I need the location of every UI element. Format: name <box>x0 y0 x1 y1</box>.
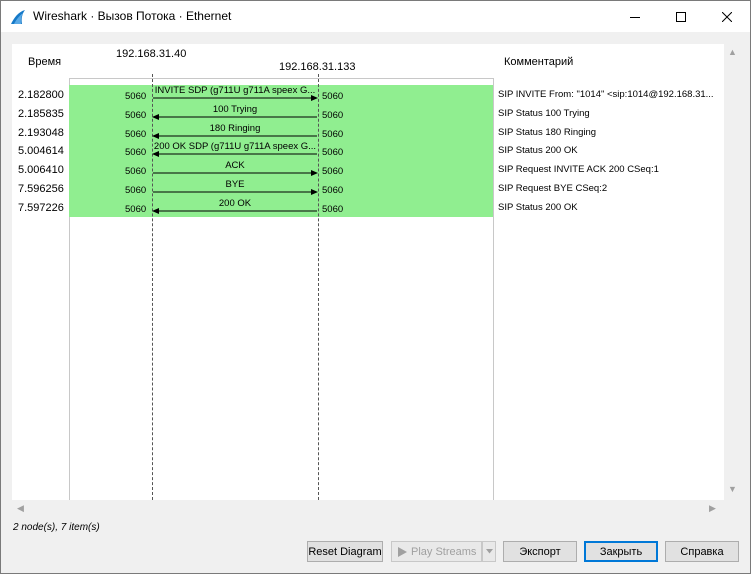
help-button[interactable]: Справка <box>665 541 739 562</box>
flow-diagram[interactable]: Время 192.168.31.40 192.168.31.133 Комме… <box>12 44 724 500</box>
flow-dst-port: 5060 <box>322 128 344 140</box>
close-window-button[interactable] <box>704 1 750 32</box>
flow-dst-port: 5060 <box>322 166 344 178</box>
maximize-button[interactable] <box>658 1 704 32</box>
horizontal-scrollbar[interactable]: ◀ ▶ <box>12 500 724 517</box>
title-bar[interactable]: Wireshark · Вызов Потока · Ethernet <box>1 1 750 32</box>
flow-arrow <box>153 95 318 101</box>
comment-column-header: Комментарий <box>504 56 574 68</box>
maximize-icon <box>676 11 686 22</box>
flow-arrow-head <box>152 151 159 158</box>
flow-time: 5.004614 <box>18 145 64 158</box>
flow-arrow-head <box>152 132 159 139</box>
flow-arrow-head <box>311 95 318 101</box>
flow-time: 7.596256 <box>18 183 64 195</box>
flow-arrow <box>152 132 317 139</box>
export-button[interactable]: Экспорт <box>503 541 577 562</box>
flow-arrow-head <box>311 170 318 177</box>
diagram-top-border <box>69 78 494 79</box>
vertical-scrollbar[interactable]: ▲ ▼ <box>724 44 741 500</box>
flow-time: 2.185835 <box>18 107 64 120</box>
flow-comment: SIP Status 200 OK <box>498 145 578 157</box>
flow-comment: SIP Request INVITE ACK 200 CSeq:1 <box>498 164 659 176</box>
flow-dst-port: 5060 <box>322 185 344 196</box>
flow-graph-window: Wireshark · Вызов Потока · Ethernet Врем… <box>0 0 751 574</box>
flow-arrow <box>152 207 317 214</box>
play-streams-button[interactable]: Play Streams <box>391 541 482 562</box>
minimize-icon <box>630 16 640 18</box>
flow-src-port: 5060 <box>125 147 147 159</box>
flow-time: 7.597226 <box>18 201 64 214</box>
dialog-content: Время 192.168.31.40 192.168.31.133 Комме… <box>1 32 750 573</box>
close-button[interactable]: Закрыть <box>584 541 658 562</box>
status-text: 2 node(s), 7 item(s) <box>13 522 100 533</box>
flow-src-port: 5060 <box>125 185 147 196</box>
flow-arrow <box>152 113 317 120</box>
flow-arrow <box>152 151 317 158</box>
flow-dst-port: 5060 <box>322 109 344 121</box>
play-streams-label: Play Streams <box>411 545 477 558</box>
flow-comment: SIP Status 200 OK <box>498 201 578 213</box>
flow-time: 5.006410 <box>18 164 64 177</box>
play-icon <box>398 546 407 557</box>
flow-time: 2.182800 <box>18 89 64 101</box>
scroll-right-icon[interactable]: ▶ <box>709 503 716 514</box>
node-header-left: 192.168.31.40 <box>116 48 187 60</box>
minimize-button[interactable] <box>612 1 658 32</box>
flow-comment: SIP Request BYE CSeq:2 <box>498 183 608 194</box>
reset-diagram-button[interactable]: Reset Diagram <box>307 541 383 562</box>
flow-dst-port: 5060 <box>322 147 344 159</box>
flow-arrow <box>153 189 318 195</box>
diagram-right-border <box>493 78 494 500</box>
play-streams-dropdown[interactable] <box>482 541 496 562</box>
flow-arrow <box>153 170 318 177</box>
flow-comment: SIP Status 100 Trying <box>498 107 590 119</box>
flow-time: 2.193048 <box>18 126 64 139</box>
flow-src-port: 5060 <box>125 128 147 140</box>
flow-dst-port: 5060 <box>322 91 344 102</box>
close-icon <box>722 11 732 22</box>
flow-arrow-head <box>311 189 318 195</box>
flow-dst-port: 5060 <box>322 203 344 215</box>
scroll-up-icon[interactable]: ▲ <box>728 47 737 57</box>
scroll-left-icon[interactable]: ◀ <box>17 503 24 514</box>
node-header-right: 192.168.31.133 <box>279 61 356 73</box>
flow-src-port: 5060 <box>125 109 147 121</box>
wireshark-fin-icon <box>11 10 25 24</box>
time-column-header: Время <box>28 56 62 68</box>
chevron-down-icon <box>485 549 493 554</box>
flow-src-port: 5060 <box>125 166 147 178</box>
flow-comment: SIP Status 180 Ringing <box>498 126 597 138</box>
flow-arrow-head <box>152 207 159 214</box>
flow-arrow-head <box>152 113 159 120</box>
flow-comment: SIP INVITE From: "1014" <sip:1014@192.16… <box>498 89 714 100</box>
window-title: Wireshark · Вызов Потока · Ethernet <box>33 9 232 23</box>
scrollbar-corner <box>724 500 741 517</box>
scroll-down-icon[interactable]: ▼ <box>728 484 737 494</box>
flow-src-port: 5060 <box>125 203 147 215</box>
flow-src-port: 5060 <box>125 91 147 102</box>
